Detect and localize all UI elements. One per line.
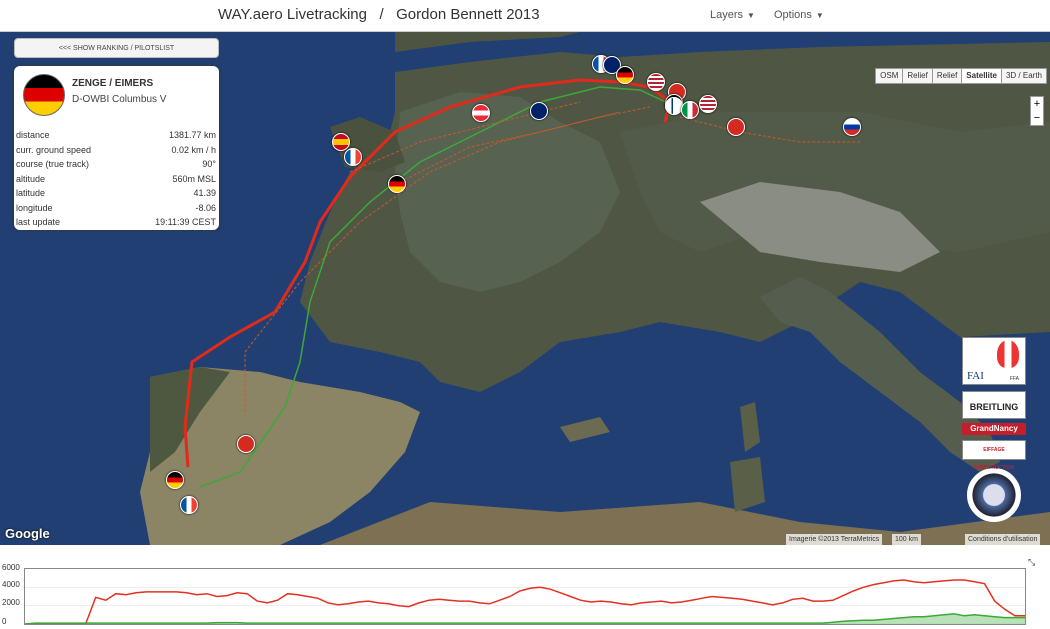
map-type-switcher: OSM Relief Relief Satellite 3D / Earth xyxy=(875,68,1047,84)
stat-label: latitude xyxy=(16,188,46,198)
flag-marker-germany[interactable] xyxy=(166,471,184,489)
stat-label: curr. ground speed xyxy=(16,144,92,155)
google-logo: Google xyxy=(5,526,50,541)
altitude-chart-svg xyxy=(24,579,1025,625)
flag-marker-usa[interactable] xyxy=(647,73,665,91)
stat-row: latitude 41.39 xyxy=(16,186,216,201)
app-title: WAY.aero Livetracking / Gordon Bennett 2… xyxy=(218,6,540,23)
balloon-icon xyxy=(997,340,1019,368)
layers-menu[interactable]: Layers ▼ xyxy=(710,9,755,21)
stat-row: course (true track) 90° xyxy=(16,157,216,172)
flag-marker-finland[interactable] xyxy=(665,97,683,115)
stat-label: longitude xyxy=(16,202,53,213)
y-tick-label: 4000 xyxy=(2,580,20,589)
stat-row: curr. ground speed 0.02 km / h xyxy=(16,143,216,158)
options-menu[interactable]: Options ▼ xyxy=(774,9,824,21)
options-menu-label: Options xyxy=(774,9,812,21)
layer-button[interactable]: 3D / Earth xyxy=(1000,68,1047,84)
terms-link[interactable]: Conditions d'utilisation xyxy=(965,534,1041,545)
caret-down-icon: ▼ xyxy=(815,11,824,20)
zoom-in-button[interactable]: + xyxy=(1031,97,1043,111)
flag-marker-spain[interactable] xyxy=(332,133,350,151)
layer-button[interactable]: OSM xyxy=(875,68,904,84)
imagery-attribution: Imagerie ©2013 TerraMetrics xyxy=(786,534,883,545)
flag-marker-france[interactable] xyxy=(344,148,362,166)
layer-button[interactable]: Relief xyxy=(902,68,933,84)
pilot-stats: distance 1381.77 km curr. ground speed 0.02… xyxy=(16,128,216,230)
stat-label: course (true track) xyxy=(16,159,90,169)
stat-value: 1381.77 km xyxy=(168,130,216,140)
stat-label: altitude xyxy=(16,173,46,184)
breitling-logo: BREITLING xyxy=(962,391,1026,419)
flag-marker-france[interactable] xyxy=(180,496,198,514)
caret-down-icon: ▼ xyxy=(747,11,755,20)
series-line xyxy=(25,579,1025,625)
zoom-out-button[interactable]: − xyxy=(1031,111,1043,125)
stat-row: last update 19:11:39 CEST xyxy=(16,215,216,230)
flag-marker-germany[interactable] xyxy=(616,66,634,84)
layer-button[interactable]: Satellite xyxy=(961,68,1002,84)
pilot-info-panel: ZENGE / EIMERS D-OWBI Columbus V distanc… xyxy=(14,66,219,230)
flag-marker-austria[interactable] xyxy=(472,104,490,122)
layers-menu-label: Layers xyxy=(710,9,744,21)
stat-value: 41.39 xyxy=(193,188,216,198)
grandnancy-logo: GrandNancy xyxy=(962,423,1026,435)
team-flag-germany xyxy=(23,74,65,116)
stat-value: 560m MSL xyxy=(172,173,216,184)
resize-icon[interactable]: ⤡ xyxy=(1028,557,1038,567)
fai-logo-text: FAI xyxy=(967,370,984,382)
stat-value: 90° xyxy=(202,159,216,169)
flag-marker-usa[interactable] xyxy=(699,95,717,113)
team-name: ZENGE / EIMERS xyxy=(72,78,154,89)
layer-button[interactable]: Relief xyxy=(931,68,963,84)
stat-row: altitude 560m MSL xyxy=(16,172,216,187)
flag-marker-switzerland[interactable] xyxy=(237,435,255,453)
stat-label: last update xyxy=(16,217,61,227)
stat-value: 0.02 km / h xyxy=(171,144,216,155)
altitude-chart-panel: 6000 4000 2000 0 ⤡ xyxy=(0,545,1050,629)
flag-marker-switzerland[interactable] xyxy=(727,118,745,136)
eiffage-logo: EIFFAGE CONSTRUCTION xyxy=(962,440,1026,471)
balloon-name: D-OWBI Columbus V xyxy=(72,94,167,105)
ffa-logo-text: FFA xyxy=(1009,376,1019,382)
fai-logo: FAI FFA xyxy=(962,337,1026,385)
stat-row: distance 1381.77 km xyxy=(16,128,216,143)
show-ranking-button[interactable]: <<< SHOW RANKING / PILOTSLIST xyxy=(14,38,219,58)
altitude-chart[interactable] xyxy=(24,568,1026,625)
flag-marker-uk[interactable] xyxy=(530,102,548,120)
stat-row: longitude -8.06 xyxy=(16,201,216,216)
flag-marker-germany[interactable] xyxy=(388,175,406,193)
stat-label: distance xyxy=(16,130,50,140)
y-tick-label: 2000 xyxy=(2,598,20,607)
stat-value: -8.06 xyxy=(195,202,216,213)
zoom-control[interactable]: + − xyxy=(1030,96,1044,126)
scale-bar: 100 km xyxy=(892,534,921,545)
flag-marker-italy[interactable] xyxy=(681,101,699,119)
y-tick-label: 6000 xyxy=(2,563,20,572)
y-tick-label: 0 xyxy=(2,617,7,626)
flag-marker-russia[interactable] xyxy=(843,118,861,136)
stat-value: 19:11:39 CEST xyxy=(155,217,216,227)
top-bar: WAY.aero Livetracking / Gordon Bennett 2… xyxy=(0,0,1050,32)
sponsor-logos: FAI FFA BREITLING GrandNancy EIFFAGE CON… xyxy=(962,337,1026,522)
